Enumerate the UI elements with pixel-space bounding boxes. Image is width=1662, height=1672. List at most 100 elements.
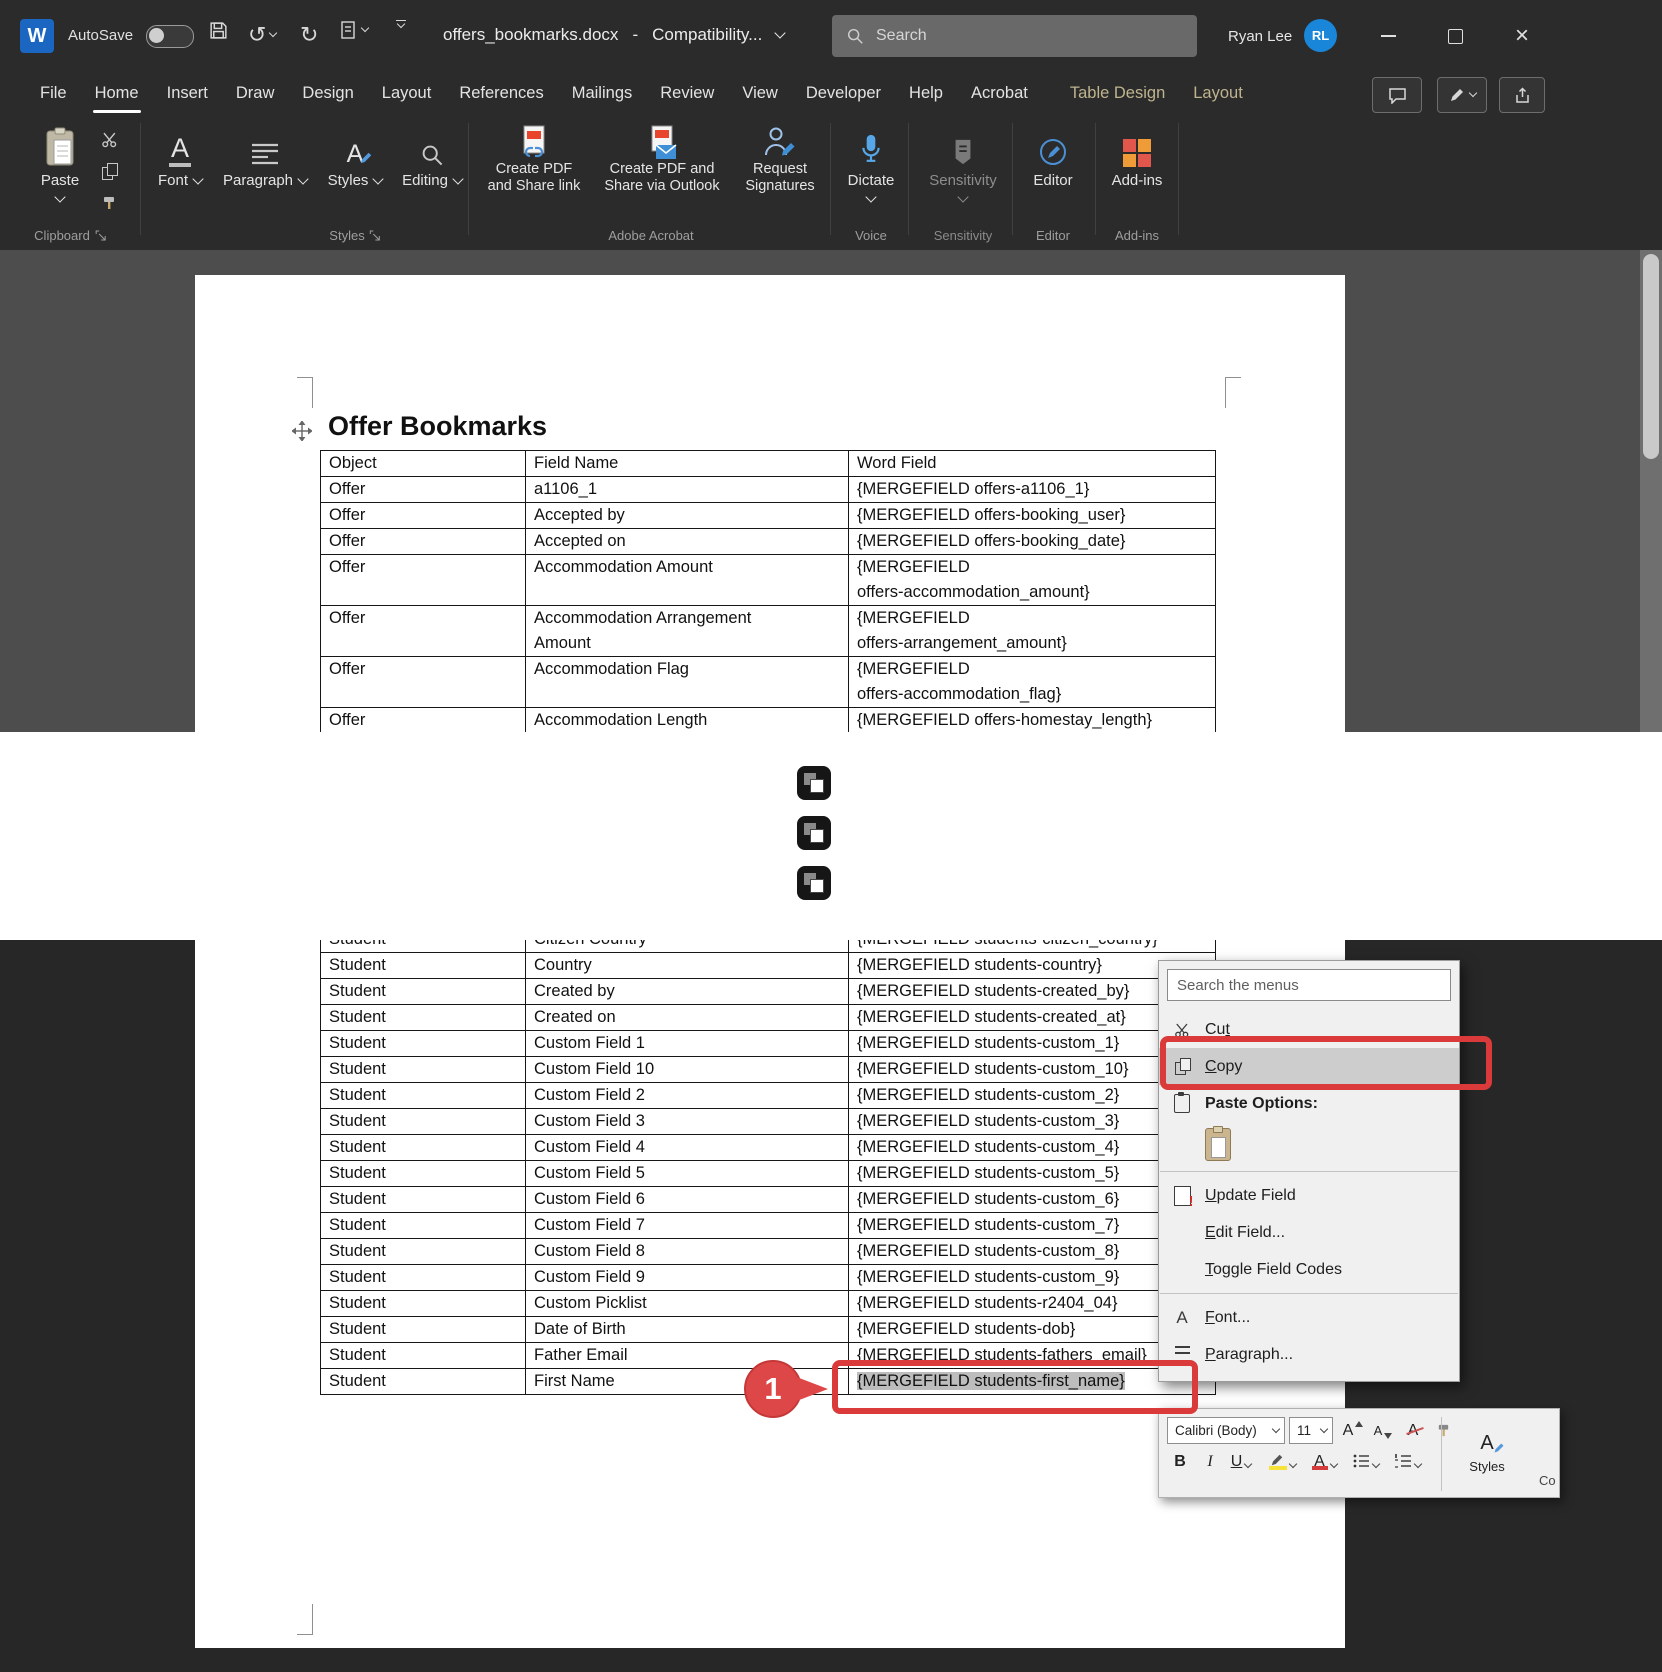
column-header[interactable]: Object xyxy=(321,451,526,477)
comments-button[interactable] xyxy=(1372,77,1422,113)
paragraph-menu-button[interactable]: Paragraph xyxy=(222,123,308,189)
copy-button[interactable] xyxy=(90,157,128,185)
cell-field-name[interactable]: Custom Picklist xyxy=(526,1291,849,1317)
cell-field-name[interactable]: Custom Field 7 xyxy=(526,1213,849,1239)
tab-home[interactable]: Home xyxy=(81,72,153,115)
italic-button[interactable]: I xyxy=(1197,1453,1223,1483)
editing-mode-button[interactable] xyxy=(1437,77,1487,113)
cell-field-name[interactable]: Accepted by xyxy=(526,503,849,529)
dialog-launcher-icon[interactable] xyxy=(95,230,106,241)
menu-item-font[interactable]: AFont... xyxy=(1159,1299,1459,1336)
shrink-font-button[interactable]: A xyxy=(1369,1417,1397,1444)
cell-field-name[interactable]: Custom Field 6 xyxy=(526,1187,849,1213)
avatar[interactable]: RL xyxy=(1304,19,1337,52)
tab-layout[interactable]: Layout xyxy=(368,72,446,115)
cell-object[interactable]: Student xyxy=(321,1213,526,1239)
user-name[interactable]: Ryan Lee xyxy=(1228,28,1292,45)
merge-field[interactable]: {MERGEFIELD students-custom_4} xyxy=(857,1138,1119,1156)
create-pdf-share-link-button[interactable]: Create PDF and Share link xyxy=(480,125,588,195)
cell-field-name[interactable]: Custom Field 10 xyxy=(526,1057,849,1083)
cell-word-field[interactable]: {MERGEFIELDoffers-arrangement_amount} xyxy=(849,606,1216,657)
cell-object[interactable]: Student xyxy=(321,1109,526,1135)
cell-field-name[interactable]: a1106_1 xyxy=(526,477,849,503)
cell-word-field[interactable]: {MERGEFIELD offers-booking_user} xyxy=(849,503,1216,529)
cell-field-name[interactable]: Custom Field 2 xyxy=(526,1083,849,1109)
font-name-select[interactable]: Calibri (Body) xyxy=(1167,1417,1285,1444)
highlight-color-button[interactable] xyxy=(1263,1453,1301,1483)
cell-object[interactable]: Offer xyxy=(321,503,526,529)
save-button[interactable] xyxy=(208,20,229,41)
cell-word-field[interactable]: {MERGEFIELDoffers-accommodation_flag} xyxy=(849,657,1216,708)
dialog-launcher-icon[interactable] xyxy=(370,230,381,241)
cell-field-name[interactable]: Custom Field 8 xyxy=(526,1239,849,1265)
merge-field[interactable]: {MERGEFIELD students-country} xyxy=(857,956,1102,974)
merge-field[interactable]: {MERGEFIELD students-custom_6} xyxy=(857,1190,1119,1208)
cell-field-name[interactable]: Accommodation ArrangementAmount xyxy=(526,606,849,657)
autosave-toggle[interactable] xyxy=(146,25,194,48)
cell-field-name[interactable]: Custom Field 3 xyxy=(526,1109,849,1135)
menu-item-toggle-field-codes[interactable]: Toggle Field Codes xyxy=(1159,1251,1459,1288)
cell-object[interactable]: Student xyxy=(321,1005,526,1031)
document-page[interactable]: Offer Bookmarks ObjectField NameWord Fie… xyxy=(195,275,1345,732)
tab-mailings[interactable]: Mailings xyxy=(558,72,647,115)
title-dropdown-chevron-icon[interactable] xyxy=(775,27,786,38)
document-title[interactable]: offers_bookmarks.docx - Compatibility... xyxy=(443,25,784,45)
cell-object[interactable]: Offer xyxy=(321,606,526,657)
request-signatures-button[interactable]: Request Signatures xyxy=(736,125,824,195)
styles-menu-button[interactable]: A Styles xyxy=(322,123,388,189)
merge-field[interactable]: {MERGEFIELD students-custom_10} xyxy=(857,1060,1128,1078)
tab-developer[interactable]: Developer xyxy=(792,72,895,115)
cell-object[interactable]: Student xyxy=(321,1161,526,1187)
cell-field-name[interactable]: Custom Field 4 xyxy=(526,1135,849,1161)
underline-button[interactable]: U xyxy=(1225,1453,1257,1483)
sensitivity-button[interactable]: Sensitivity xyxy=(918,123,1008,201)
merge-field[interactable]: {MERGEFIELD students-created_at} xyxy=(857,1008,1126,1026)
cell-field-name[interactable]: Accommodation Flag xyxy=(526,657,849,708)
menu-item-edit-field[interactable]: Edit Field... xyxy=(1159,1214,1459,1251)
minimize-button[interactable] xyxy=(1356,0,1420,72)
font-menu-button[interactable]: A Font xyxy=(150,123,210,189)
clear-formatting-button[interactable]: A xyxy=(1399,1417,1427,1444)
cell-field-name[interactable]: Father Email xyxy=(526,1343,849,1369)
word-logo-icon[interactable]: W xyxy=(20,19,54,53)
editing-menu-button[interactable]: Editing xyxy=(400,123,464,189)
cell-object[interactable]: Student xyxy=(321,1031,526,1057)
cell-object[interactable]: Student xyxy=(321,1187,526,1213)
column-header[interactable]: Field Name xyxy=(526,451,849,477)
tab-help[interactable]: Help xyxy=(895,72,957,115)
cell-field-name[interactable]: Accepted on xyxy=(526,529,849,555)
paste-button[interactable]: Paste xyxy=(34,123,86,201)
scrollbar-thumb[interactable] xyxy=(1643,254,1659,459)
column-header[interactable]: Word Field xyxy=(849,451,1216,477)
redo-button[interactable]: ↻ xyxy=(300,20,318,50)
share-button[interactable] xyxy=(1499,77,1545,113)
cell-field-name[interactable]: Date of Birth xyxy=(526,1317,849,1343)
cell-object[interactable]: Student xyxy=(321,940,526,953)
quick-command-button[interactable] xyxy=(340,20,368,40)
cell-object[interactable]: Offer xyxy=(321,657,526,708)
numbered-list-button[interactable] xyxy=(1389,1453,1427,1483)
tab-draw[interactable]: Draw xyxy=(222,72,289,115)
dictate-button[interactable]: Dictate xyxy=(838,123,904,201)
grow-font-button[interactable]: A xyxy=(1339,1417,1367,1444)
cell-object[interactable]: Student xyxy=(321,1343,526,1369)
cell-object[interactable]: Student xyxy=(321,1135,526,1161)
cell-field-name[interactable]: Custom Field 9 xyxy=(526,1265,849,1291)
cell-word-field[interactable]: {MERGEFIELD students-citizen_country} xyxy=(849,940,1216,953)
add-ins-button[interactable]: Add-ins xyxy=(1104,123,1170,189)
merge-field[interactable]: {MERGEFIELD students-custom_7} xyxy=(857,1216,1119,1234)
cell-field-name[interactable]: Custom Field 1 xyxy=(526,1031,849,1057)
cell-field-name[interactable]: Accommodation Amount xyxy=(526,555,849,606)
merge-field[interactable]: {MERGEFIELD students-citizen_country} xyxy=(857,940,1158,948)
merge-field[interactable]: {MERGEFIELD students-r2404_04} xyxy=(857,1294,1117,1312)
tab-acrobat[interactable]: Acrobat xyxy=(957,72,1042,115)
cell-field-name[interactable]: Created by xyxy=(526,979,849,1005)
cell-object[interactable]: Offer xyxy=(321,708,526,733)
tab-review[interactable]: Review xyxy=(646,72,728,115)
menu-search-input[interactable]: Search the menus xyxy=(1167,969,1451,1001)
cell-field-name[interactable]: Citizen Country xyxy=(526,940,849,953)
menu-item-paste-options[interactable]: Paste Options: xyxy=(1159,1085,1459,1122)
tab-insert[interactable]: Insert xyxy=(153,72,222,115)
cell-object[interactable]: Student xyxy=(321,1057,526,1083)
customize-quick-access-button[interactable] xyxy=(396,20,406,27)
